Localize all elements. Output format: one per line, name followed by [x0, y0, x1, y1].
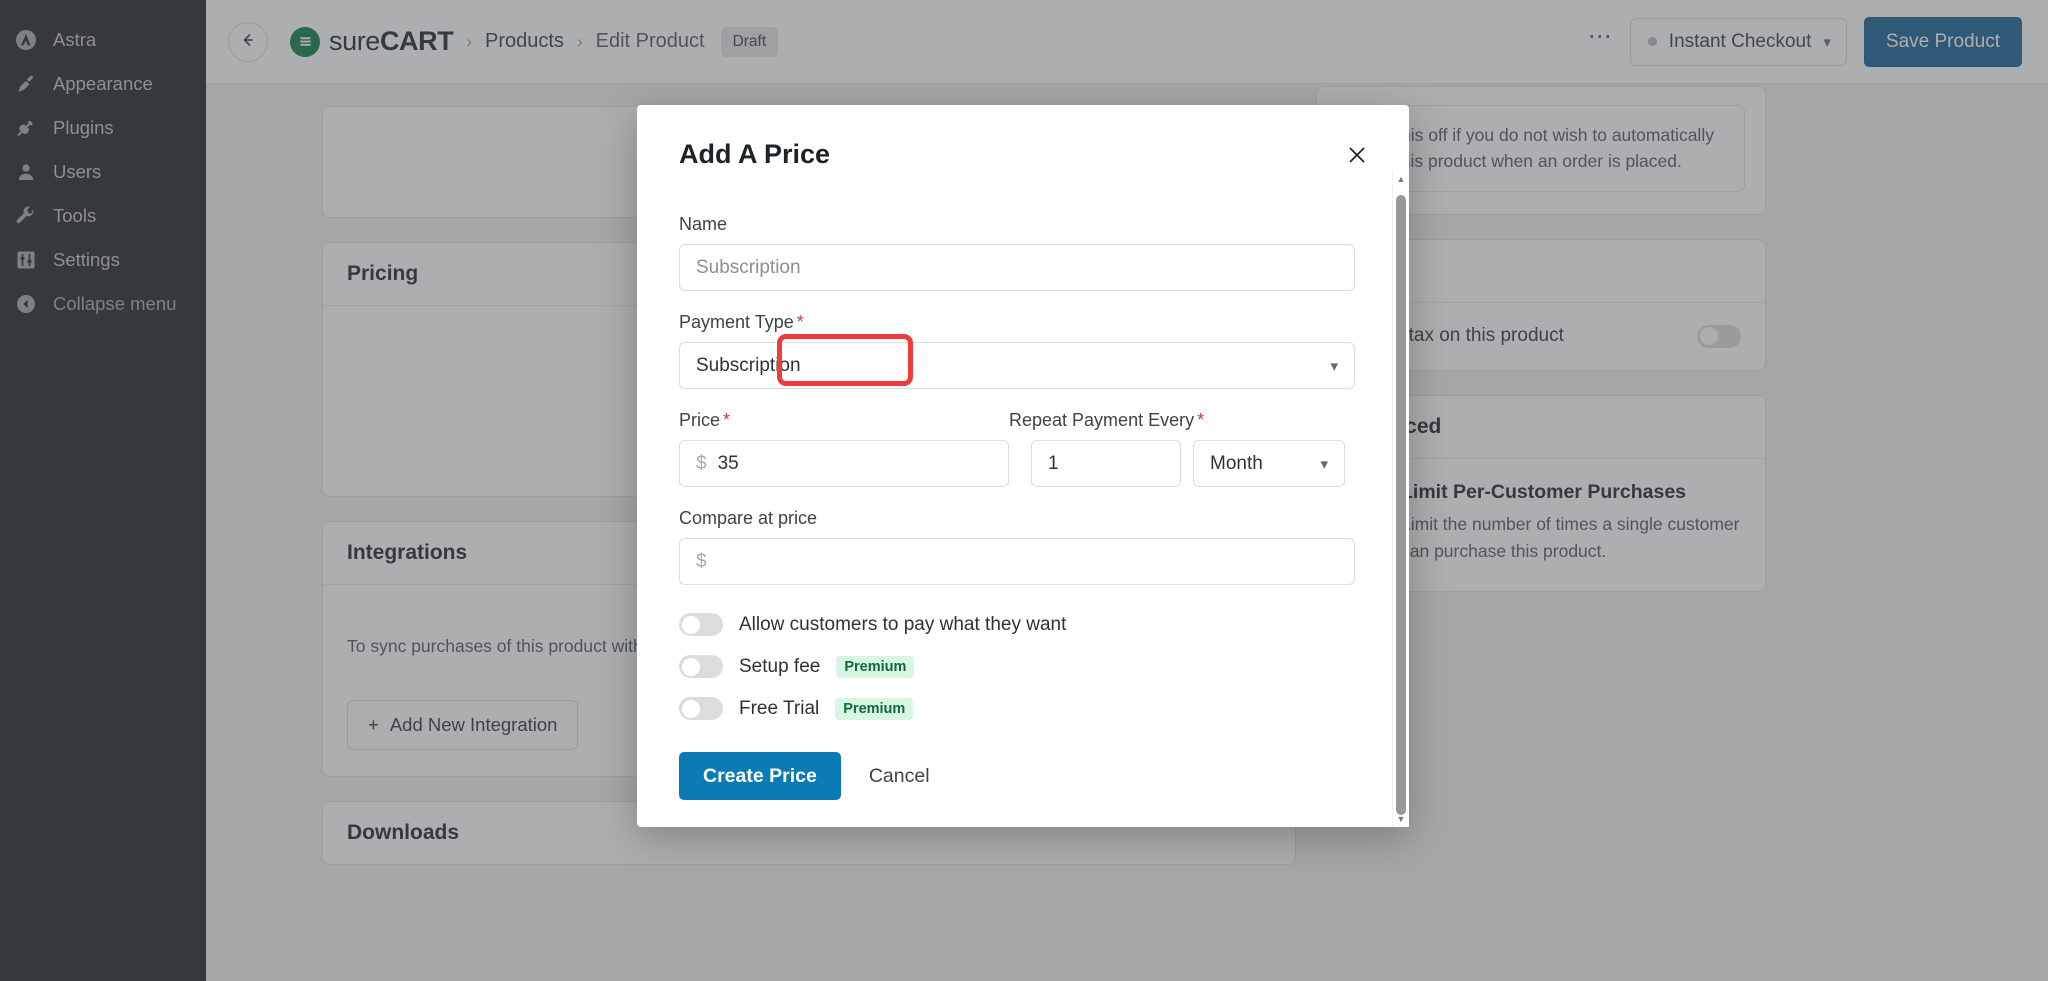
currency-symbol: $	[696, 550, 707, 572]
compare-at-price-label: Compare at price	[679, 508, 818, 528]
name-field-group: Name Subscription	[679, 214, 1355, 291]
caret-up-icon[interactable]: ▲	[1393, 170, 1409, 187]
modal-footer-actions: Create Price Cancel	[679, 752, 1355, 800]
modal-body: Name Subscription Payment Type * Subscrip…	[637, 170, 1409, 827]
compare-at-price-field-group: Compare at price $	[679, 508, 1355, 585]
close-icon[interactable]	[1345, 143, 1369, 167]
price-and-interval-row: Price * $ 35 Repeat Payment Every * 1 Mont…	[679, 410, 1355, 487]
setup-fee-premium-badge: Premium	[836, 655, 915, 678]
currency-symbol: $	[696, 452, 707, 474]
free-trial-label: Free Trial	[739, 697, 820, 719]
app-screen: Astra Appearance Plugins Users Tools Set…	[0, 0, 2048, 981]
pay-what-you-want-label: Allow customers to pay what they want	[739, 613, 1067, 635]
repeat-every-field-group: Repeat Payment Every * 1 Month ▾	[1009, 410, 1345, 487]
price-label: Price *	[679, 410, 731, 430]
repeat-payment-every-input[interactable]: 1	[1031, 440, 1181, 487]
setup-fee-row: Setup fee Premium	[679, 655, 1355, 678]
pay-what-you-want-toggle[interactable]	[679, 613, 723, 636]
payment-type-field-group: Payment Type * Subscription ▾	[679, 312, 1355, 389]
setup-fee-label: Setup fee	[739, 655, 821, 677]
caret-down-icon[interactable]: ▼	[1393, 810, 1409, 827]
chevron-down-icon: ▾	[1320, 455, 1328, 473]
add-a-price-modal: Add A Price Name Subscription Payment Ty…	[637, 105, 1409, 827]
setup-fee-toggle[interactable]	[679, 655, 723, 678]
price-field-group: Price * $ 35	[679, 410, 1009, 487]
free-trial-toggle[interactable]	[679, 697, 723, 720]
modal-header: Add A Price	[637, 105, 1409, 170]
repeat-payment-every-label: Repeat Payment Every *	[1009, 410, 1205, 430]
repeat-interval-unit-value: Month	[1210, 452, 1263, 474]
free-trial-row: Free Trial Premium	[679, 697, 1355, 720]
name-input[interactable]: Subscription	[679, 244, 1355, 291]
scrollbar-thumb[interactable]	[1396, 195, 1406, 815]
cancel-button[interactable]: Cancel	[869, 765, 930, 788]
pay-what-you-want-row: Allow customers to pay what they want	[679, 613, 1355, 636]
payment-type-select[interactable]: Subscription ▾	[679, 342, 1355, 389]
price-value: 35	[717, 452, 739, 474]
price-options-toggles: Allow customers to pay what they want Se…	[679, 613, 1355, 720]
payment-type-label: Payment Type *	[679, 312, 804, 332]
payment-type-value: Subscription	[696, 354, 801, 376]
scrollbar-track[interactable]	[1396, 187, 1406, 815]
free-trial-premium-badge: Premium	[835, 697, 914, 720]
modal-scrollbar[interactable]: ▲ ▼	[1392, 170, 1409, 827]
repeat-interval-unit-select[interactable]: Month ▾	[1193, 440, 1345, 487]
modal-title: Add A Price	[679, 139, 831, 169]
chevron-down-icon: ▾	[1330, 357, 1338, 375]
compare-at-price-input[interactable]: $	[679, 538, 1355, 585]
name-label: Name	[679, 214, 728, 234]
create-price-button[interactable]: Create Price	[679, 752, 841, 800]
price-input[interactable]: $ 35	[679, 440, 1009, 487]
